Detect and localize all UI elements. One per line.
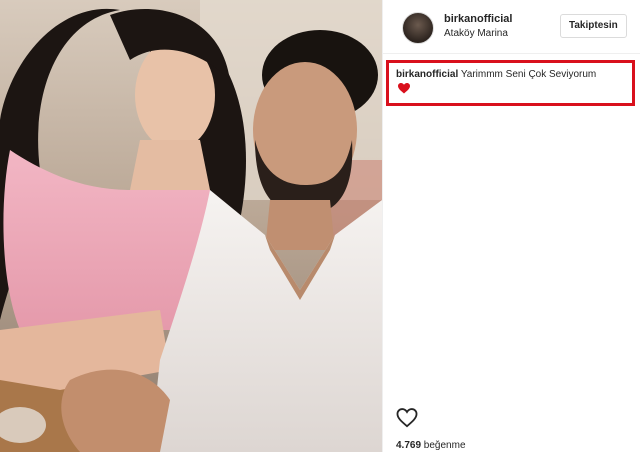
post-location[interactable]: Ataköy Marina — [444, 28, 508, 39]
post-username[interactable]: birkanofficial — [444, 13, 512, 25]
caption-text: Yarimmm Seni Çok Seviyorum — [458, 69, 597, 80]
heart-emoji-icon — [398, 83, 410, 94]
avatar[interactable] — [402, 12, 434, 44]
post-caption: birkanofficial Yarimmm Seni Çok Seviyoru… — [396, 69, 596, 80]
couple-photo-illustration — [0, 0, 382, 452]
post-photo[interactable] — [0, 0, 382, 452]
caption-highlight-box — [386, 60, 635, 106]
caption-username[interactable]: birkanofficial — [396, 69, 458, 80]
likes-number: 4.769 — [396, 440, 422, 451]
post-header: birkanofficial Ataköy Marina Takiptesin — [382, 0, 640, 54]
like-heart-icon[interactable] — [396, 408, 418, 428]
follow-button[interactable]: Takiptesin — [560, 14, 627, 38]
post-actions — [396, 408, 418, 433]
likes-suffix: beğenme — [421, 440, 466, 451]
sidebar-divider — [382, 0, 383, 452]
likes-count[interactable]: 4.769 beğenme — [396, 440, 466, 451]
post-sidebar: birkanofficial Ataköy Marina Takiptesin … — [382, 0, 640, 452]
